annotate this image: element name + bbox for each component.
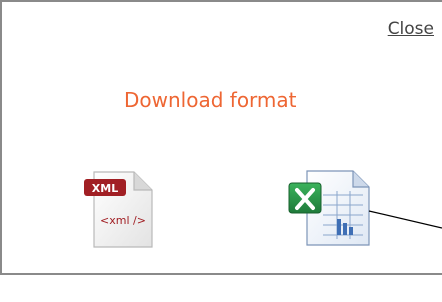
excel-format-option[interactable] [285, 167, 375, 252]
xml-file-icon: XML <xml /> [84, 171, 153, 248]
xml-tag-text: <xml /> [100, 214, 146, 227]
download-dialog: Close Download format XML <xml /> [0, 0, 442, 275]
dialog-title: Download format [124, 88, 297, 112]
xml-format-option[interactable]: XML <xml /> [82, 169, 156, 251]
excel-file-icon [288, 170, 370, 246]
xml-badge: XML [92, 182, 118, 195]
close-link[interactable]: Close [388, 19, 434, 39]
